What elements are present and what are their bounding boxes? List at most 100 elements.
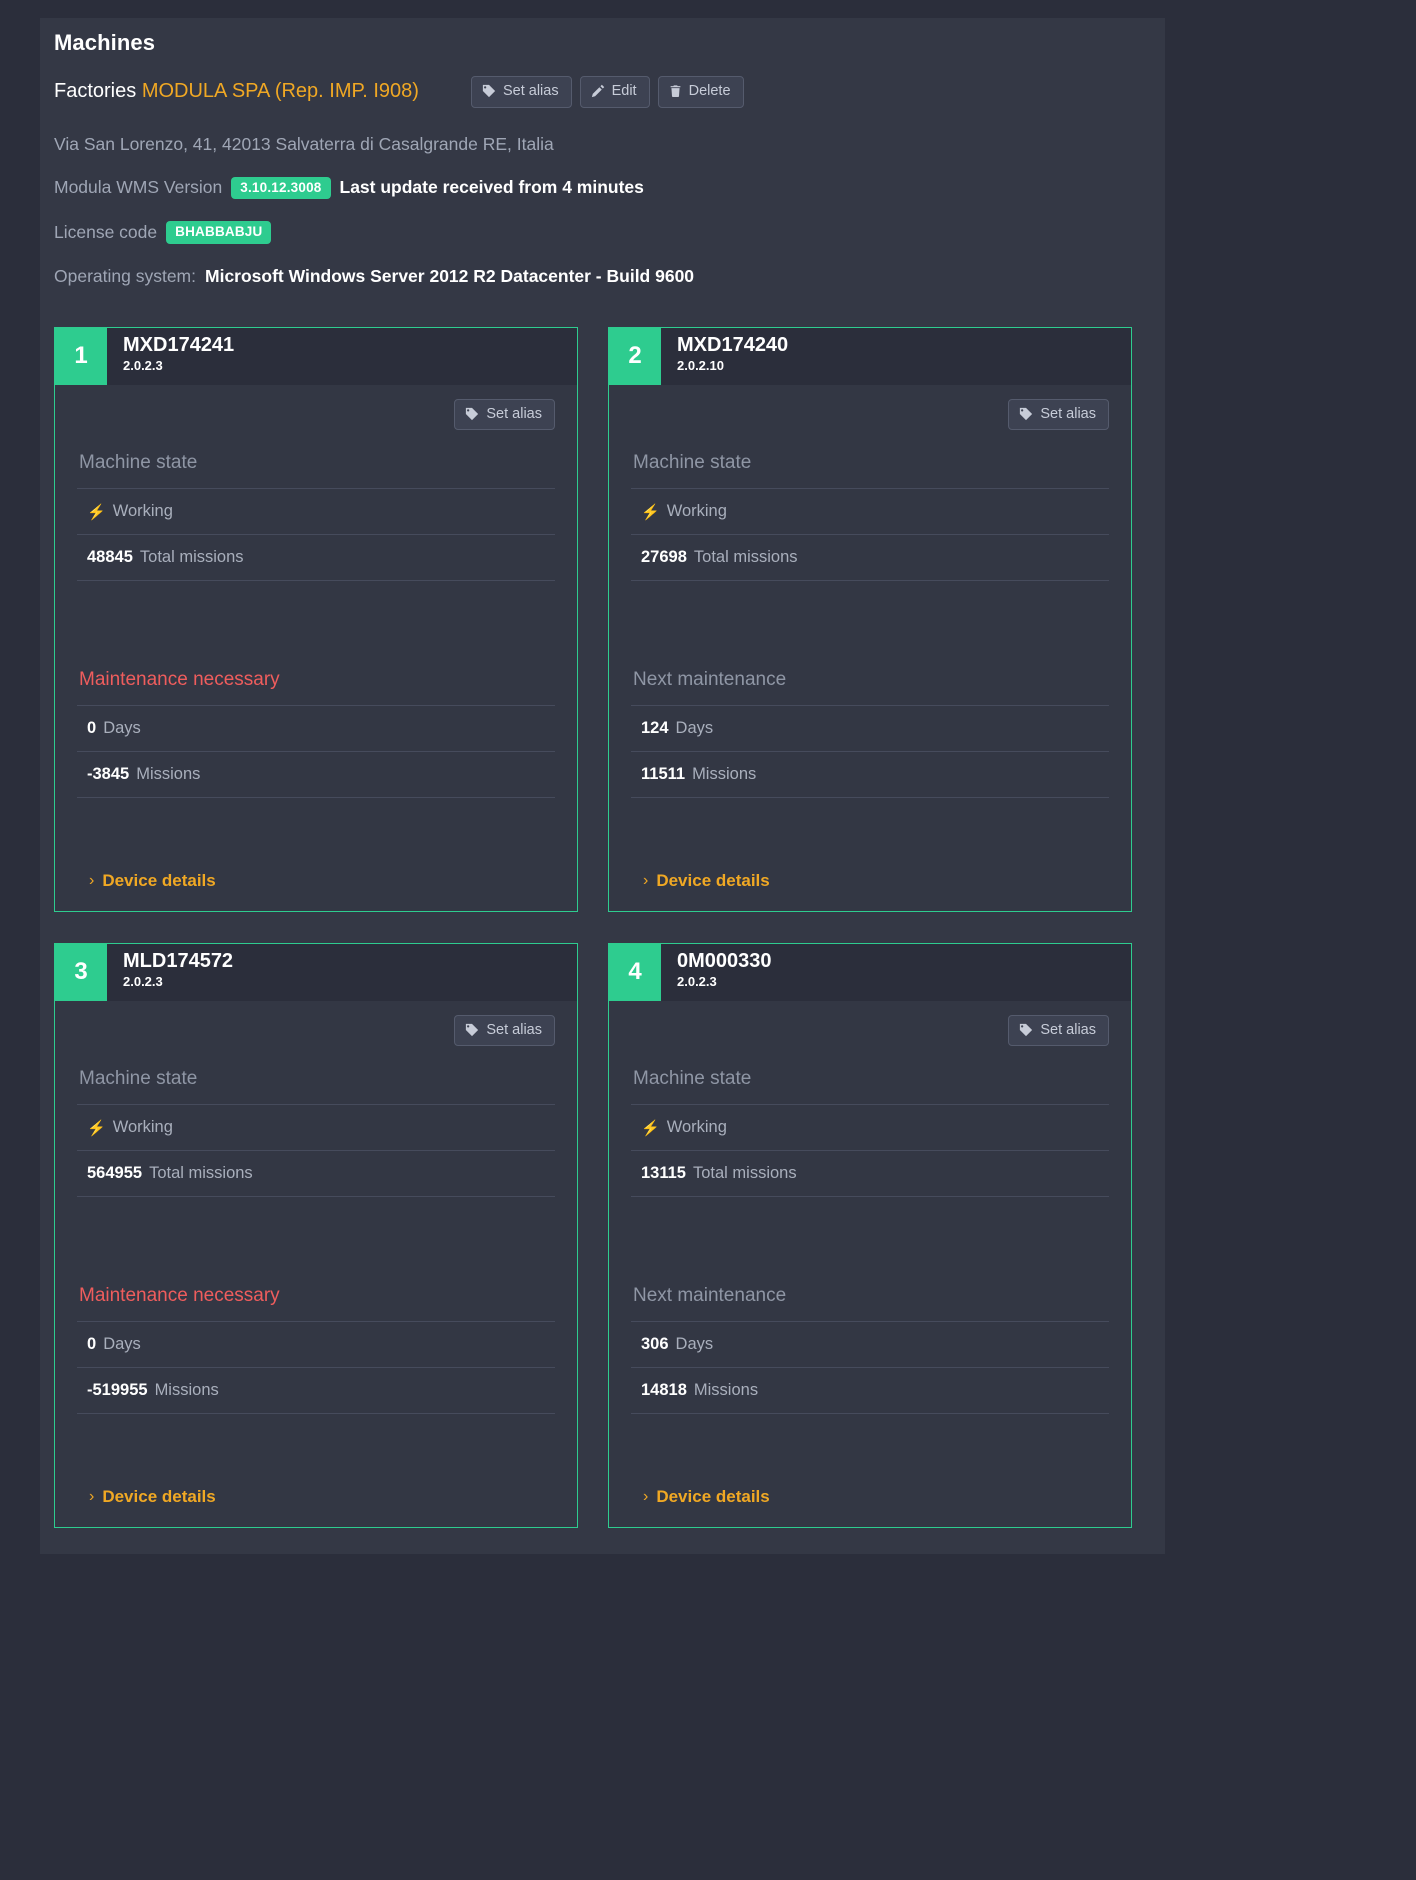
machine-state-row: ⚡ Working (77, 488, 555, 534)
machine-set-alias-button[interactable]: Set alias (1008, 1014, 1109, 1046)
machine-state-value: Working (666, 1118, 727, 1136)
maintenance-missions-label: Missions (692, 765, 757, 784)
machine-state-label: Machine state (633, 1068, 752, 1089)
machine-card-grid: 1 MXD174241 2.0.2.3 Set alias Machine st… (40, 317, 1165, 1528)
total-missions-value: 27698 (641, 548, 687, 566)
machine-state-value: Working (112, 502, 173, 520)
card-spacer (77, 581, 555, 647)
breadcrumb-text: Factories MODULA SPA (Rep. IMP. I908) (54, 80, 419, 103)
os-line: Operating system: Microsoft Windows Serv… (54, 266, 1165, 287)
machine-set-alias-button[interactable]: Set alias (454, 398, 555, 430)
maintenance-days-value: 0 (87, 1335, 97, 1354)
maintenance-missions-value: -519955 (87, 1381, 148, 1400)
device-details-link[interactable]: › Device details (631, 865, 1109, 893)
factory-info: Via San Lorenzo, 41, 42013 Salvaterra di… (40, 112, 1165, 317)
machine-index-badge: 4 (609, 943, 661, 1001)
maintenance-label: Maintenance necessary (79, 1285, 280, 1307)
machine-card-header: 4 0M000330 2.0.2.3 (609, 943, 1131, 1001)
total-missions-row: 27698 Total missions (631, 534, 1109, 581)
maintenance-missions-value: -3845 (87, 765, 130, 784)
last-update-text: Last update received from 4 minutes (339, 177, 644, 198)
machine-state-row: ⚡ Working (631, 1104, 1109, 1150)
machine-set-alias-button[interactable]: Set alias (454, 1014, 555, 1046)
machine-alias-row: Set alias (631, 398, 1109, 430)
os-label: Operating system: (54, 265, 196, 286)
maintenance-days-label: Days (675, 1335, 714, 1354)
machine-version: 2.0.2.3 (677, 973, 717, 989)
maintenance-missions-value: 11511 (641, 765, 686, 784)
machine-alias-row: Set alias (77, 398, 555, 430)
device-details-link[interactable]: › Device details (77, 865, 555, 893)
machine-set-alias-label: Set alias (1040, 1021, 1096, 1038)
total-missions-value: 48845 (87, 548, 133, 566)
machine-card-body: Set alias Machine state ⚡ Working 48845 … (55, 385, 577, 911)
total-missions-label: Total missions (692, 1164, 797, 1182)
machine-card-header: 1 MXD174241 2.0.2.3 (55, 327, 577, 385)
machine-state-label: Machine state (79, 452, 198, 473)
chevron-right-icon: › (643, 871, 649, 889)
tag-icon (465, 1023, 479, 1037)
os-value: Microsoft Windows Server 2012 R2 Datacen… (205, 265, 695, 286)
maintenance-missions-row: -3845 Missions (77, 751, 555, 799)
machine-set-alias-label: Set alias (486, 405, 542, 422)
lightning-bolt-icon: ⚡ (87, 503, 106, 521)
machine-alias-row: Set alias (631, 1014, 1109, 1046)
maintenance-days-row: 0 Days (77, 705, 555, 751)
breadcrumb-current[interactable]: MODULA SPA (Rep. IMP. I908) (142, 80, 419, 102)
machine-name: MXD174240 (677, 333, 789, 356)
machine-set-alias-button[interactable]: Set alias (1008, 398, 1109, 430)
machine-state-value: Working (112, 1118, 173, 1136)
machine-card-body: Set alias Machine state ⚡ Working 564955… (55, 1001, 577, 1527)
machine-card-titles: 0M000330 2.0.2.3 (661, 944, 772, 1001)
machine-card-titles: MLD174572 2.0.2.3 (107, 944, 233, 1001)
machine-version: 2.0.2.3 (123, 357, 163, 373)
machine-set-alias-label: Set alias (486, 1021, 542, 1038)
total-missions-value: 13115 (641, 1164, 686, 1182)
device-details-label: Device details (102, 870, 216, 890)
total-missions-row: 13115 Total missions (631, 1150, 1109, 1197)
maintenance-days-value: 124 (641, 719, 669, 738)
wms-version-line: Modula WMS Version 3.10.12.3008 Last upd… (54, 176, 1165, 199)
factory-detail-panel: Machines Factories MODULA SPA (Rep. IMP.… (40, 18, 1165, 1554)
machine-state-row: ⚡ Working (77, 1104, 555, 1150)
card-spacer-bottom (77, 1414, 555, 1480)
card-spacer (631, 581, 1109, 647)
chevron-right-icon: › (89, 1487, 95, 1505)
maintenance-days-value: 0 (87, 719, 97, 738)
device-details-link[interactable]: › Device details (77, 1481, 555, 1509)
machine-card[interactable]: 3 MLD174572 2.0.2.3 Set alias Machine st… (54, 942, 578, 1528)
machine-card-body: Set alias Machine state ⚡ Working 27698 … (609, 385, 1131, 911)
tag-icon (1019, 407, 1033, 421)
card-spacer (631, 1197, 1109, 1263)
set-alias-button[interactable]: Set alias (470, 76, 572, 108)
license-badge: BHABBABJU (166, 221, 272, 244)
machine-card-titles: MXD174240 2.0.2.10 (661, 328, 788, 385)
device-details-label: Device details (656, 870, 770, 890)
machine-index-badge: 1 (55, 327, 107, 385)
maintenance-days-row: 0 Days (77, 1321, 555, 1367)
maintenance-days-row: 306 Days (631, 1321, 1109, 1367)
maintenance-label: Next maintenance (633, 1285, 787, 1307)
breadcrumb-root[interactable]: Factories (54, 80, 136, 102)
card-spacer-bottom (77, 798, 555, 864)
device-details-link[interactable]: › Device details (631, 1481, 1109, 1509)
machine-state-value: Working (666, 502, 727, 520)
machine-card[interactable]: 1 MXD174241 2.0.2.3 Set alias Machine st… (54, 326, 578, 912)
machine-card[interactable]: 2 MXD174240 2.0.2.10 Set alias Machine s… (608, 326, 1132, 912)
machines-page: Machines Factories MODULA SPA (Rep. IMP.… (0, 0, 1416, 1880)
machine-card-body: Set alias Machine state ⚡ Working 13115 … (609, 1001, 1131, 1527)
delete-button[interactable]: Delete (657, 76, 744, 108)
device-details-label: Device details (656, 1486, 770, 1506)
machine-name: 0M000330 (677, 949, 772, 972)
machine-card[interactable]: 4 0M000330 2.0.2.3 Set alias Machine sta… (608, 942, 1132, 1528)
maintenance-missions-label: Missions (693, 1381, 759, 1400)
machine-name: MXD174241 (123, 333, 235, 356)
maintenance-missions-label: Missions (154, 1381, 219, 1400)
maintenance-missions-row: -519955 Missions (77, 1367, 555, 1415)
license-label: License code (54, 221, 158, 242)
edit-button[interactable]: Edit (579, 76, 650, 108)
pencil-icon (591, 84, 605, 98)
lightning-bolt-icon: ⚡ (641, 1119, 660, 1137)
breadcrumb: Factories MODULA SPA (Rep. IMP. I908) Se… (40, 70, 1165, 112)
total-missions-row: 48845 Total missions (77, 534, 555, 581)
